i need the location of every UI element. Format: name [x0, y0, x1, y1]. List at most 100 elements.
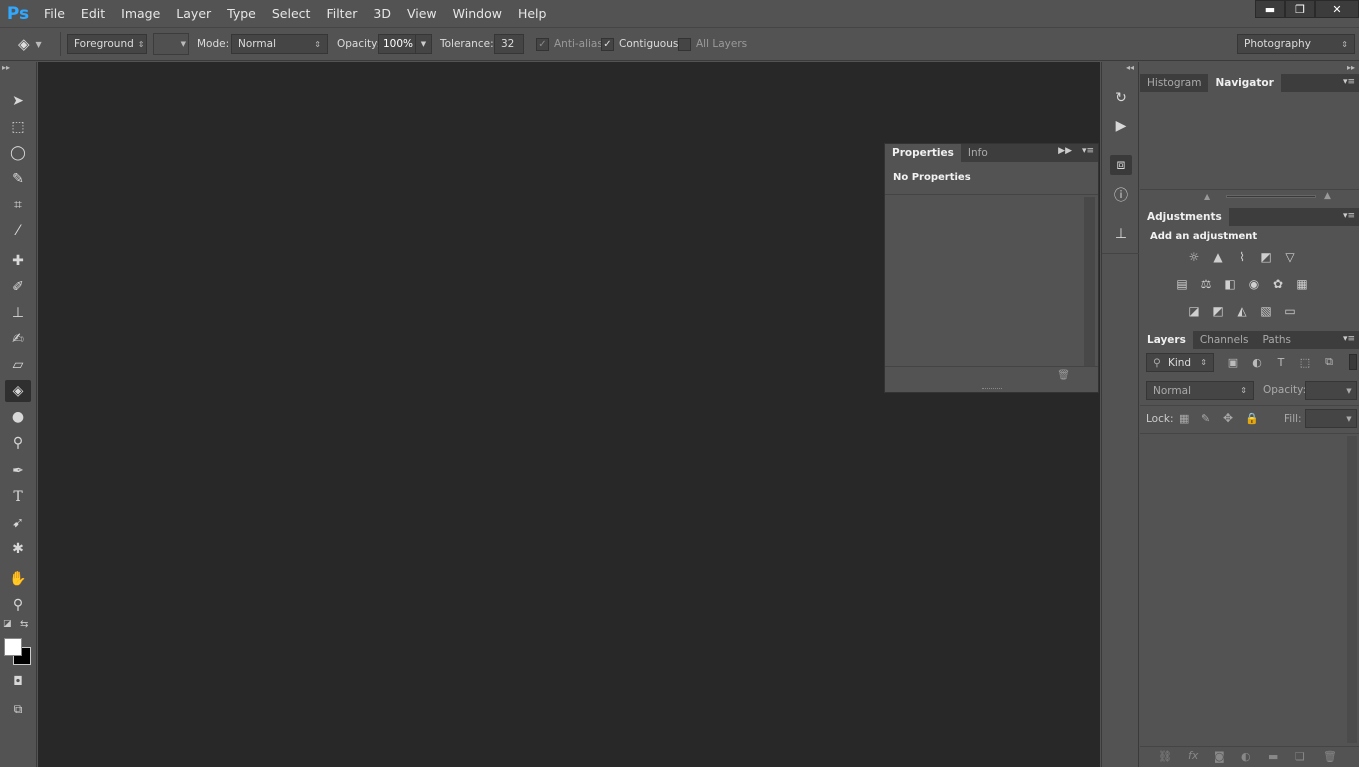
antialias-checkbox[interactable]: ✓ Anti-alias: [536, 34, 603, 54]
menu-layer[interactable]: Layer: [168, 0, 219, 27]
navigator-preview[interactable]: [1140, 92, 1359, 189]
trash-icon[interactable]: 🗑: [1057, 370, 1070, 381]
screen-mode-icon[interactable]: ⧉: [5, 698, 31, 720]
resize-grip[interactable]: [982, 388, 1002, 391]
mode-dropdown[interactable]: Normal ⇕: [231, 34, 328, 54]
menu-select[interactable]: Select: [264, 0, 319, 27]
color-balance-icon[interactable]: ⚖: [1197, 277, 1215, 291]
lock-all-icon[interactable]: 🔒: [1245, 412, 1259, 425]
actions-play-icon[interactable]: ▶: [1110, 116, 1132, 136]
collapse-dock-icon[interactable]: ▸▸: [1347, 63, 1355, 72]
layer-style-icon[interactable]: fx: [1188, 749, 1198, 762]
clone-stamp-icon[interactable]: ⊥: [5, 302, 31, 324]
lock-pixels-icon[interactable]: ✎: [1201, 412, 1210, 425]
all-layers-checkbox[interactable]: All Layers: [678, 34, 747, 54]
color-lookup-icon[interactable]: ▦: [1293, 277, 1311, 291]
restore-button[interactable]: ❐: [1285, 0, 1315, 18]
dodge-icon[interactable]: ⚲: [5, 432, 31, 454]
eraser-icon[interactable]: ▱: [5, 354, 31, 376]
close-button[interactable]: ✕: [1315, 0, 1359, 18]
filter-adjustment-icon[interactable]: ◐: [1249, 355, 1265, 369]
delete-layer-icon[interactable]: 🗑: [1323, 750, 1337, 763]
panel-menu-icon[interactable]: ▾≡: [1343, 211, 1355, 221]
info-icon[interactable]: ⓘ: [1110, 185, 1132, 205]
blur-icon[interactable]: ●: [5, 406, 31, 428]
menu-image[interactable]: Image: [113, 0, 168, 27]
black-white-icon[interactable]: ◧: [1221, 277, 1239, 291]
quick-mask-icon[interactable]: ◘: [5, 670, 31, 692]
3d-panel-icon[interactable]: ⧈: [1110, 155, 1132, 175]
default-colors-icon[interactable]: ◪: [3, 619, 12, 629]
tolerance-input[interactable]: 32: [494, 34, 524, 54]
type-icon[interactable]: T: [5, 486, 31, 508]
menu-edit[interactable]: Edit: [73, 0, 113, 27]
blend-mode-dropdown[interactable]: Normal ⇕: [1146, 381, 1254, 400]
brightness-contrast-icon[interactable]: ☼: [1185, 250, 1203, 264]
hue-saturation-icon[interactable]: ▤: [1173, 277, 1191, 291]
channel-mixer-icon[interactable]: ✿: [1269, 277, 1287, 291]
exposure-icon[interactable]: ◩: [1257, 250, 1275, 264]
add-mask-icon[interactable]: ◙: [1214, 750, 1225, 763]
swap-colors-icon[interactable]: ⇆: [20, 619, 28, 630]
history-icon[interactable]: ↻: [1110, 88, 1132, 108]
invert-icon[interactable]: ◪: [1185, 304, 1203, 318]
rectangular-marquee-icon[interactable]: ⬚: [5, 116, 31, 138]
zoom-in-icon[interactable]: ▲: [1324, 191, 1331, 201]
photo-filter-icon[interactable]: ◉: [1245, 277, 1263, 291]
contiguous-checkbox[interactable]: ✓ Contiguous: [601, 34, 678, 54]
panel-menu-icon[interactable]: ▾≡: [1082, 146, 1094, 156]
panel-menu-icon[interactable]: ▾≡: [1343, 334, 1355, 344]
opacity-field[interactable]: 100% ▼: [378, 34, 432, 54]
move-tool-icon[interactable]: ➤: [5, 90, 31, 112]
tab-properties[interactable]: Properties: [885, 144, 961, 162]
brush-icon[interactable]: ✐: [5, 276, 31, 298]
menu-filter[interactable]: Filter: [318, 0, 365, 27]
lock-position-icon[interactable]: ✥: [1223, 411, 1233, 425]
hand-icon[interactable]: ✋: [5, 568, 31, 590]
tab-navigator[interactable]: Navigator: [1208, 74, 1281, 92]
new-adjustment-layer-icon[interactable]: ◐: [1241, 750, 1251, 763]
tab-layers[interactable]: Layers: [1140, 331, 1193, 349]
vibrance-icon[interactable]: ▽: [1281, 250, 1299, 264]
layer-opacity-field[interactable]: ▼: [1305, 381, 1357, 400]
tab-histogram[interactable]: Histogram: [1140, 74, 1208, 92]
foreground-color-swatch[interactable]: [4, 638, 22, 656]
tab-info[interactable]: Info: [961, 144, 995, 162]
new-layer-icon[interactable]: ❏: [1295, 750, 1305, 763]
eyedropper-icon[interactable]: ⁄: [5, 220, 31, 242]
zoom-slider[interactable]: [1226, 195, 1316, 198]
path-selection-icon[interactable]: ➹: [5, 512, 31, 534]
zoom-icon[interactable]: ⚲: [5, 594, 31, 616]
posterize-icon[interactable]: ◩: [1209, 304, 1227, 318]
menu-window[interactable]: Window: [445, 0, 510, 27]
clone-source-icon[interactable]: ⊥: [1110, 224, 1132, 244]
collapse-icon[interactable]: ▸▸: [2, 63, 10, 72]
minimize-button[interactable]: ▬: [1255, 0, 1285, 18]
filter-smart-object-icon[interactable]: ⧉: [1321, 355, 1337, 369]
filter-shape-icon[interactable]: ⬚: [1297, 355, 1313, 369]
zoom-out-icon[interactable]: ▲: [1204, 192, 1210, 201]
panel-menu-icon[interactable]: ▾≡: [1343, 77, 1355, 87]
levels-icon[interactable]: ▲: [1209, 250, 1227, 264]
history-brush-icon[interactable]: ✍: [5, 328, 31, 350]
tab-channels[interactable]: Channels: [1193, 331, 1256, 349]
layer-fill-field[interactable]: ▼: [1305, 409, 1357, 428]
tool-preset-picker[interactable]: ◈ ▼: [18, 34, 42, 54]
threshold-icon[interactable]: ◭: [1233, 304, 1251, 318]
menu-help[interactable]: Help: [510, 0, 555, 27]
pen-icon[interactable]: ✒: [5, 460, 31, 482]
menu-file[interactable]: File: [36, 0, 73, 27]
curves-icon[interactable]: ⌇: [1233, 250, 1251, 264]
menu-type[interactable]: Type: [219, 0, 264, 27]
spot-healing-icon[interactable]: ✚: [5, 250, 31, 272]
filter-type-icon[interactable]: T: [1273, 355, 1289, 369]
link-layers-icon[interactable]: ⛓: [1158, 750, 1172, 763]
workspace-dropdown[interactable]: Photography ⇕: [1237, 34, 1355, 54]
new-group-icon[interactable]: ▬: [1268, 750, 1278, 763]
custom-shape-icon[interactable]: ✱: [5, 538, 31, 560]
gradient-map-icon[interactable]: ▭: [1281, 304, 1299, 318]
pattern-picker[interactable]: ▼: [153, 33, 189, 55]
paint-bucket-icon[interactable]: ◈: [5, 380, 31, 402]
layers-list[interactable]: [1140, 434, 1347, 745]
collapse-panel-icon[interactable]: ▶▶: [1058, 146, 1072, 156]
